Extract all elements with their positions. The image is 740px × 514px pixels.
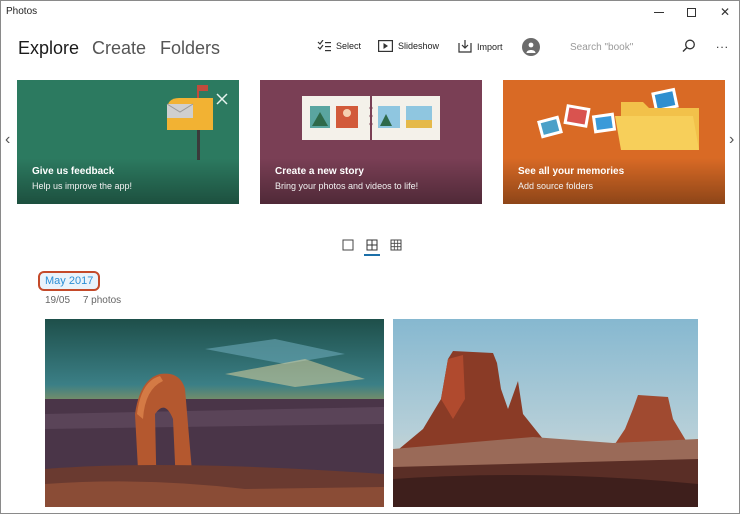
more-options-button[interactable]: ... (716, 37, 729, 51)
group-date: 19/05 (45, 295, 71, 306)
group-meta: 19/05 7 photos (45, 295, 131, 306)
arch-landscape-image (45, 319, 384, 507)
large-view-icon[interactable] (342, 239, 354, 251)
active-view-indicator (364, 254, 380, 256)
tab-folders[interactable]: Folders (160, 38, 220, 59)
tab-create[interactable]: Create (92, 38, 146, 59)
card-title: Give us feedback (32, 166, 115, 177)
search-input[interactable]: Search "book" (570, 42, 633, 53)
close-icon: ✕ (719, 5, 731, 19)
group-count: 7 photos (82, 295, 122, 306)
photos-window: Photos ✕ Explore Create Folders Select S… (0, 0, 740, 514)
carousel-next-button[interactable]: › (729, 131, 734, 149)
medium-view-icon[interactable] (366, 239, 378, 251)
slideshow-icon (378, 40, 393, 52)
import-label: Import (477, 41, 503, 52)
card-subtitle: Add source folders (518, 181, 594, 191)
card-subtitle: Bring your photos and videos to life! (275, 181, 419, 191)
photo-thumbnail[interactable] (45, 319, 384, 507)
new-story-card[interactable]: Create a new story Bring your photos and… (260, 80, 482, 204)
search-icon[interactable] (682, 39, 696, 53)
import-button[interactable]: Import (458, 40, 503, 53)
title-bar: Photos ✕ (1, 1, 739, 23)
carousel-prev-button[interactable]: ‹ (5, 131, 10, 149)
memories-card[interactable]: See all your memories Add source folders (503, 80, 725, 204)
account-avatar[interactable] (522, 38, 540, 56)
select-icon (317, 40, 331, 52)
top-nav: Explore Create Folders Select Slideshow (1, 29, 739, 69)
group-title-link[interactable]: May 2017 (38, 271, 101, 291)
card-subtitle: Help us improve the app! (32, 181, 133, 191)
tab-explore[interactable]: Explore (18, 38, 79, 59)
card-title: Create a new story (275, 166, 364, 177)
maximize-icon (686, 7, 696, 17)
photo-thumbnail[interactable] (393, 319, 698, 507)
card-title: See all your memories (518, 166, 625, 177)
slideshow-label: Slideshow (398, 41, 440, 51)
minimize-icon (654, 11, 664, 13)
small-view-icon[interactable] (390, 239, 402, 251)
slideshow-button[interactable]: Slideshow (378, 40, 439, 52)
close-button[interactable]: ✕ (707, 1, 740, 23)
select-button[interactable]: Select (317, 40, 361, 52)
minimize-button[interactable] (641, 1, 677, 23)
monument-valley-image (393, 319, 698, 507)
import-icon (458, 40, 472, 53)
view-size-toggle (342, 239, 412, 257)
maximize-button[interactable] (673, 1, 709, 23)
person-icon (526, 42, 536, 53)
select-label: Select (336, 41, 362, 51)
app-title: Photos (6, 6, 38, 17)
feedback-card[interactable]: Give us feedback Help us improve the app… (17, 80, 239, 204)
